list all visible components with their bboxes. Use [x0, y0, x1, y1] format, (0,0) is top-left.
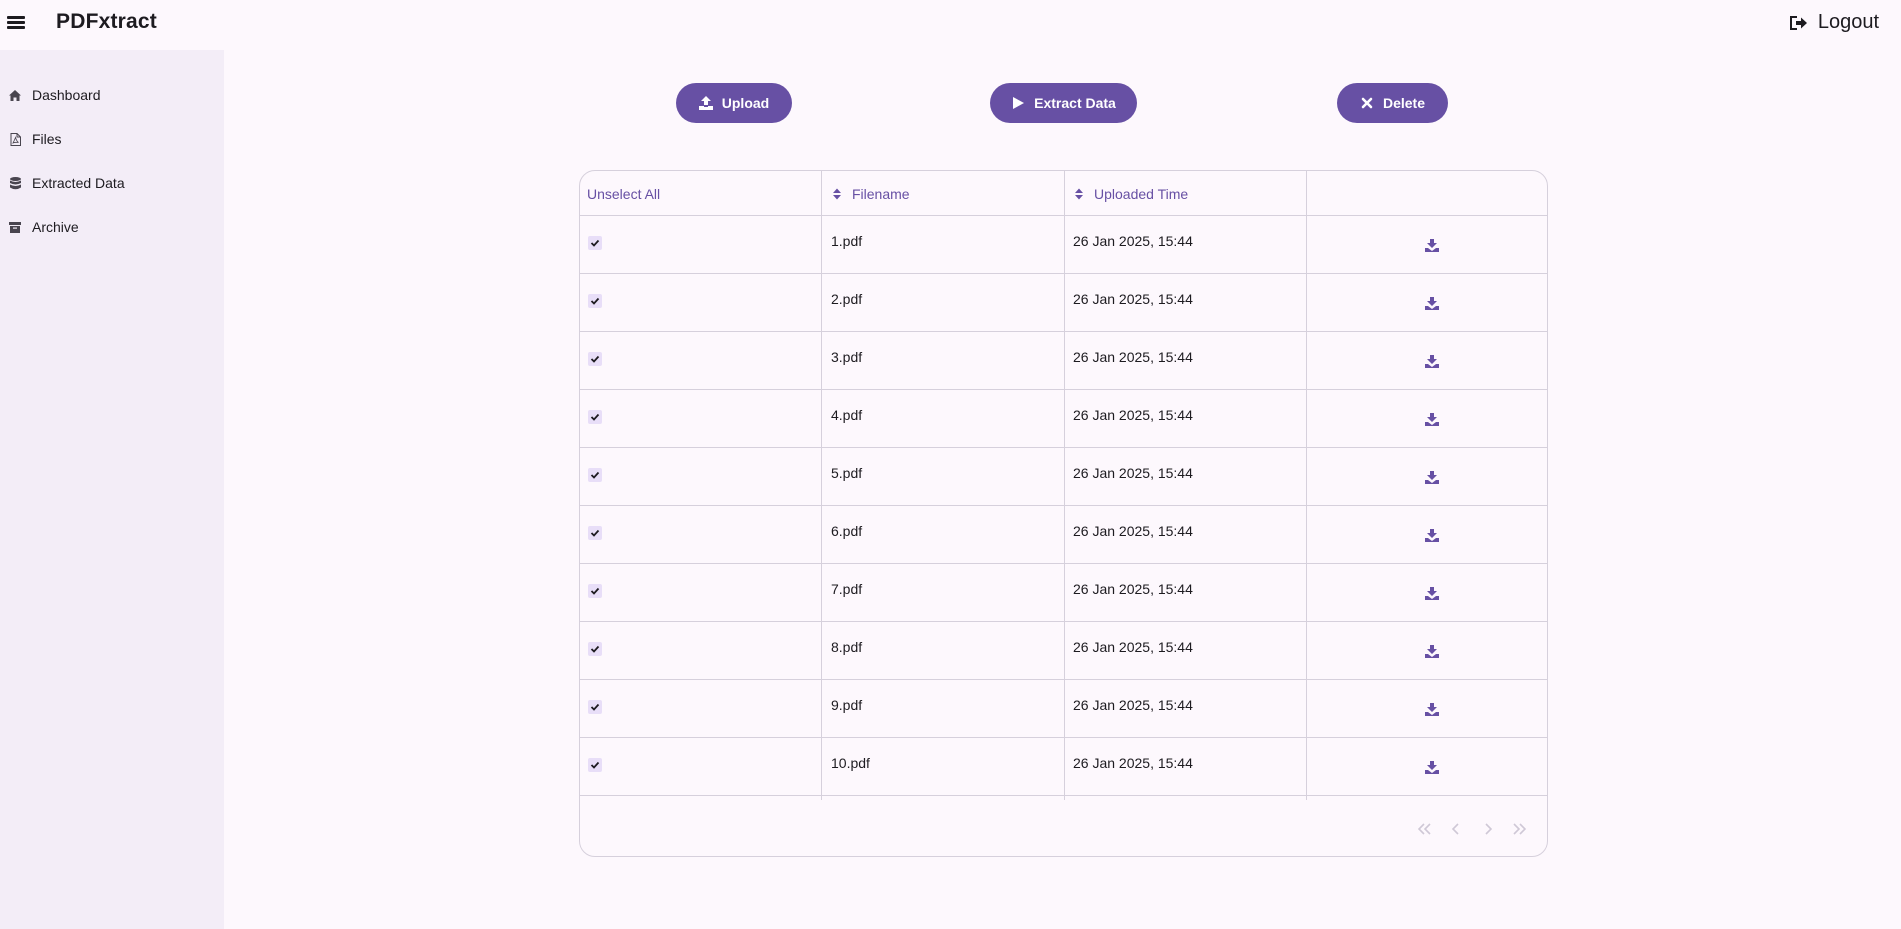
top-bar: PDFxtract Logout: [0, 0, 1901, 50]
row-checkbox[interactable]: [588, 294, 602, 308]
download-icon[interactable]: [1425, 412, 1439, 426]
sidebar-item-archive[interactable]: Archive: [0, 207, 224, 247]
sidebar-item-label: Dashboard: [32, 87, 101, 103]
uploaded-time-cell: 26 Jan 2025, 15:44: [1073, 755, 1193, 771]
filename-cell: 6.pdf: [831, 523, 863, 539]
filename-cell: 2.pdf: [831, 291, 863, 307]
uploaded-time-header[interactable]: Uploaded Time: [1074, 171, 1188, 216]
uploaded-time-cell: 26 Jan 2025, 15:44: [1073, 291, 1193, 307]
download-icon[interactable]: [1425, 702, 1439, 716]
sidebar-item-label: Archive: [32, 219, 79, 235]
hamburger-menu-icon[interactable]: [7, 12, 25, 34]
checkmark-icon: [590, 761, 600, 769]
delete-button[interactable]: Delete: [1337, 83, 1448, 123]
download-icon[interactable]: [1425, 644, 1439, 658]
row-checkbox[interactable]: [588, 758, 602, 772]
checkmark-icon: [590, 587, 600, 595]
sort-icon: [833, 188, 841, 199]
checkmark-icon: [590, 471, 600, 479]
filename-cell: 10.pdf: [831, 755, 870, 771]
sidebar: Dashboard Files Extracted Data Archive: [0, 50, 224, 929]
row-checkbox[interactable]: [588, 642, 602, 656]
file-pdf-icon: [8, 132, 22, 146]
uploaded-time-cell: 26 Jan 2025, 15:44: [1073, 407, 1193, 423]
uploaded-time-cell: 26 Jan 2025, 15:44: [1073, 233, 1193, 249]
uploaded-time-cell: 26 Jan 2025, 15:44: [1073, 639, 1193, 655]
uploaded-time-cell: 26 Jan 2025, 15:44: [1073, 581, 1193, 597]
checkmark-icon: [590, 297, 600, 305]
unselect-all-button[interactable]: Unselect All: [587, 171, 660, 216]
upload-button[interactable]: Upload: [676, 83, 792, 123]
column-divider: [1306, 171, 1307, 800]
logout-label: Logout: [1817, 11, 1879, 33]
delete-label: Delete: [1382, 95, 1426, 111]
uploaded-time-cell: 26 Jan 2025, 15:44: [1073, 523, 1193, 539]
row-checkbox[interactable]: [588, 352, 602, 366]
last-page-icon[interactable]: [1511, 820, 1529, 838]
filename-cell: 8.pdf: [831, 639, 863, 655]
filename-header-label: Filename: [852, 185, 910, 202]
filename-cell: 3.pdf: [831, 349, 863, 365]
row-checkbox[interactable]: [588, 526, 602, 540]
logout-button[interactable]: Logout: [1788, 11, 1879, 34]
files-table: Unselect All Filename Uploaded Time 1.pd…: [579, 170, 1548, 857]
sidebar-item-label: Extracted Data: [32, 175, 125, 191]
download-icon[interactable]: [1425, 528, 1439, 542]
next-page-icon[interactable]: [1479, 820, 1497, 838]
row-checkbox[interactable]: [588, 236, 602, 250]
download-icon[interactable]: [1425, 296, 1439, 310]
row-checkbox[interactable]: [588, 410, 602, 424]
sign-out-icon: [1789, 15, 1807, 30]
archive-icon: [8, 220, 22, 234]
sidebar-item-dashboard[interactable]: Dashboard: [0, 75, 224, 115]
checkmark-icon: [590, 413, 600, 421]
app-title: PDFxtract: [56, 10, 157, 33]
filename-cell: 4.pdf: [831, 407, 863, 423]
sort-icon: [1075, 188, 1083, 199]
download-icon[interactable]: [1425, 470, 1439, 484]
row-checkbox[interactable]: [588, 468, 602, 482]
column-divider: [1064, 171, 1065, 800]
download-icon[interactable]: [1425, 354, 1439, 368]
home-icon: [8, 88, 22, 102]
uploaded-time-cell: 26 Jan 2025, 15:44: [1073, 349, 1193, 365]
filename-cell: 7.pdf: [831, 581, 863, 597]
row-checkbox[interactable]: [588, 584, 602, 598]
sidebar-item-files[interactable]: Files: [0, 119, 224, 159]
sidebar-item-label: Files: [32, 131, 62, 147]
filename-cell: 5.pdf: [831, 465, 863, 481]
checkmark-icon: [590, 529, 600, 537]
download-icon[interactable]: [1425, 238, 1439, 252]
extract-data-label: Extract Data: [1034, 95, 1116, 111]
filename-header[interactable]: Filename: [832, 171, 910, 216]
uploaded-time-header-label: Uploaded Time: [1094, 185, 1189, 202]
play-icon: [1013, 97, 1025, 109]
upload-label: Upload: [721, 95, 770, 111]
uploaded-time-cell: 26 Jan 2025, 15:44: [1073, 465, 1193, 481]
checkmark-icon: [590, 703, 600, 711]
filename-cell: 9.pdf: [831, 697, 863, 713]
column-divider: [821, 171, 822, 800]
download-icon[interactable]: [1425, 760, 1439, 774]
download-icon[interactable]: [1425, 586, 1439, 600]
filename-cell: 1.pdf: [831, 233, 863, 249]
checkmark-icon: [590, 355, 600, 363]
checkmark-icon: [590, 239, 600, 247]
close-icon: [1361, 97, 1373, 109]
row-checkbox[interactable]: [588, 700, 602, 714]
upload-icon: [698, 96, 713, 110]
sidebar-item-extracted-data[interactable]: Extracted Data: [0, 163, 224, 203]
extract-data-button[interactable]: Extract Data: [990, 83, 1137, 123]
pagination: [1415, 820, 1529, 838]
first-page-icon[interactable]: [1415, 820, 1433, 838]
database-icon: [8, 176, 22, 190]
previous-page-icon[interactable]: [1447, 820, 1465, 838]
checkmark-icon: [590, 645, 600, 653]
uploaded-time-cell: 26 Jan 2025, 15:44: [1073, 697, 1193, 713]
